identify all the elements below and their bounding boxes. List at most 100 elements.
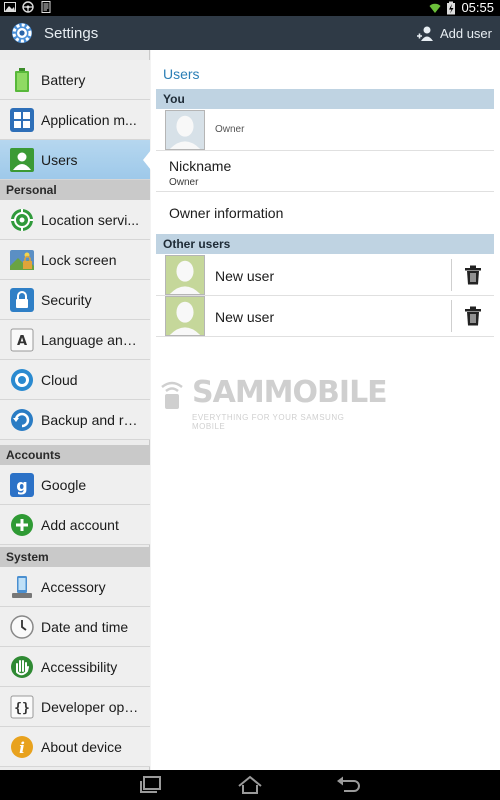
- document-icon: [41, 1, 51, 13]
- security-lock-icon: [9, 287, 35, 313]
- sidebar-item-language-and-input[interactable]: A Language and...: [0, 320, 150, 360]
- sidebar-item-label: Backup and re...: [41, 411, 141, 428]
- navigation-bar: [0, 770, 500, 800]
- nickname-row[interactable]: Nickname Owner: [156, 151, 494, 192]
- active-item-indicator: [143, 150, 151, 170]
- user-name: New user: [215, 268, 275, 284]
- section-header-personal: Personal: [0, 180, 150, 200]
- sidebar-item-label: Developer opti...: [41, 698, 141, 715]
- accessibility-hand-icon: [9, 654, 35, 680]
- other-user-row[interactable]: New user: [156, 255, 494, 296]
- sidebar-item-application-manager[interactable]: Application m...: [0, 100, 150, 140]
- row-divider: [451, 300, 452, 332]
- application-manager-icon: [9, 107, 35, 133]
- owner-information-label: Owner information: [169, 205, 284, 221]
- other-user-row[interactable]: New user: [156, 296, 494, 337]
- clock-icon: [9, 614, 35, 640]
- sidebar-item-location-services[interactable]: Location servi...: [0, 200, 150, 240]
- sidebar-item-battery[interactable]: Battery: [0, 60, 150, 100]
- svg-text:i: i: [19, 739, 25, 757]
- sidebar-item-security[interactable]: Security: [0, 280, 150, 320]
- sidebar-item-lock-screen[interactable]: Lock screen: [0, 240, 150, 280]
- location-icon: [9, 207, 35, 233]
- add-user-button[interactable]: Add user: [416, 25, 492, 41]
- google-icon: g: [9, 472, 35, 498]
- battery-icon: [9, 67, 35, 93]
- section-header-accounts: Accounts: [0, 445, 150, 465]
- image-icon: [4, 2, 16, 12]
- sidebar-item-google[interactable]: g Google: [0, 465, 150, 505]
- svg-text:g: g: [16, 476, 27, 495]
- settings-sidebar: Battery Application m... Users Personal …: [0, 50, 150, 770]
- status-left-icons: [4, 1, 52, 13]
- sammobile-logo-icon: [161, 381, 183, 409]
- row-divider: [451, 259, 452, 291]
- wifi-icon: [429, 3, 441, 13]
- status-time: 05:55: [461, 0, 494, 15]
- users-icon: [9, 147, 35, 173]
- owner-row[interactable]: Owner: [156, 109, 494, 151]
- lock-screen-icon: [9, 247, 35, 273]
- sidebar-item-label: Language and...: [41, 331, 141, 348]
- sidebar-item-developer-options[interactable]: {} Developer opti...: [0, 687, 150, 727]
- nickname-title: Nickname: [169, 158, 232, 174]
- sidebar-item-label: Lock screen: [41, 251, 117, 268]
- sidebar-item-label: Application m...: [41, 111, 137, 128]
- battery-charging-icon: [447, 1, 456, 15]
- cloud-icon: [9, 367, 35, 393]
- owner-label: Owner: [215, 124, 245, 135]
- accessory-icon: [9, 574, 35, 600]
- section-header-you: You: [156, 89, 494, 109]
- sidebar-item-label: About device: [41, 738, 122, 755]
- user-avatar-icon: [165, 296, 205, 336]
- app-title: Settings: [44, 25, 99, 42]
- sidebar-item-label: Cloud: [41, 371, 78, 388]
- sidebar-item-accessory[interactable]: Accessory: [0, 567, 150, 607]
- sidebar-item-users[interactable]: Users: [0, 140, 150, 180]
- sammobile-watermark: SAMMOBILE EVERYTHING FOR YOUR SAMSUNG MO…: [158, 375, 388, 431]
- sidebar-item-add-account[interactable]: Add account: [0, 505, 150, 545]
- settings-gear-icon[interactable]: [8, 20, 36, 46]
- add-user-label: Add user: [439, 25, 492, 41]
- owner-information-row[interactable]: Owner information: [156, 192, 494, 233]
- sidebar-item-label: Google: [41, 476, 87, 493]
- add-account-icon: [9, 512, 35, 538]
- page-title: Users: [163, 66, 200, 82]
- sidebar-item-backup-and-reset[interactable]: Backup and re...: [0, 400, 150, 440]
- sidebar-item-label: Accessibility: [41, 658, 118, 675]
- delete-user-trash-icon[interactable]: [464, 306, 482, 326]
- recent-apps-icon[interactable]: [138, 775, 166, 795]
- sidebar-item-date-and-time[interactable]: Date and time: [0, 607, 150, 647]
- language-icon: A: [9, 327, 35, 353]
- section-header-system: System: [0, 547, 150, 567]
- delete-user-trash-icon[interactable]: [464, 265, 482, 285]
- watermark-tagline: EVERYTHING FOR YOUR SAMSUNG MOBILE: [192, 413, 345, 431]
- action-bar: Settings Add user: [0, 16, 500, 50]
- add-user-icon: [416, 26, 433, 41]
- sidebar-item-label: Add account: [41, 516, 119, 533]
- sidebar-item-label: Users: [41, 151, 78, 168]
- home-icon[interactable]: [236, 775, 264, 795]
- sidebar-item-label: Battery: [41, 71, 86, 88]
- watermark-logo-text: SAMMOBILE: [192, 375, 388, 410]
- info-icon: i: [9, 734, 35, 760]
- nickname-value: Owner: [169, 177, 199, 188]
- back-icon[interactable]: [334, 775, 362, 795]
- sidebar-item-about-device[interactable]: i About device: [0, 727, 150, 767]
- sidebar-item-label: Location servi...: [41, 211, 140, 228]
- user-name: New user: [215, 309, 275, 325]
- steering-wheel-icon: [22, 1, 34, 13]
- owner-avatar-icon: [165, 110, 205, 150]
- sidebar-item-label: Date and time: [41, 618, 129, 635]
- user-avatar-icon: [165, 255, 205, 295]
- status-bar: 05:55: [0, 0, 500, 16]
- backup-icon: [9, 407, 35, 433]
- svg-text:{}: {}: [14, 701, 30, 716]
- developer-braces-icon: {}: [9, 694, 35, 720]
- svg-text:A: A: [17, 334, 27, 349]
- status-right-icons: 05:55: [429, 0, 494, 16]
- sidebar-item-cloud[interactable]: Cloud: [0, 360, 150, 400]
- sidebar-item-label: Accessory: [41, 578, 106, 595]
- sidebar-item-label: Security: [41, 291, 92, 308]
- sidebar-item-accessibility[interactable]: Accessibility: [0, 647, 150, 687]
